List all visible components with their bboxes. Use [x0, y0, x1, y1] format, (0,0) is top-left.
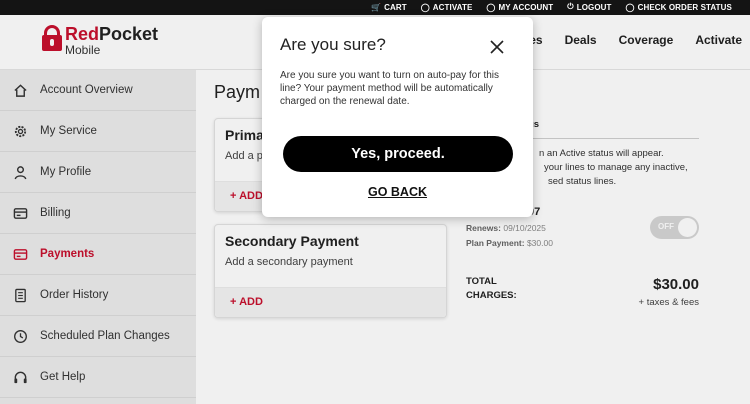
- dialog-title: Are you sure?: [280, 35, 386, 54]
- logout-link[interactable]: ⏻ LOGOUT: [567, 2, 611, 12]
- close-icon[interactable]: [489, 39, 505, 55]
- user-circle-icon: ◯: [486, 2, 496, 12]
- go-back-button[interactable]: GO BACK: [262, 185, 533, 199]
- cart-icon: 🛒: [371, 2, 382, 12]
- activate-link[interactable]: ◯ ACTIVATE: [421, 2, 473, 12]
- cart-link[interactable]: 🛒 CART: [371, 2, 407, 12]
- check-order-status-link[interactable]: ◯ CHECK ORDER STATUS: [626, 2, 732, 12]
- my-account-link[interactable]: ◯ MY ACCOUNT: [486, 2, 553, 12]
- power-icon: ⏻: [567, 2, 574, 11]
- yes-proceed-button[interactable]: Yes, proceed.: [283, 136, 513, 172]
- utility-bar: 🛒 CART ◯ ACTIVATE ◯ MY ACCOUNT ⏻ LOGOUT ◯ CHE…: [0, 0, 750, 15]
- dialog-message: Are you sure you want to turn on auto-pa…: [280, 70, 500, 107]
- check-circle-icon: ◯: [420, 2, 430, 12]
- autopay-confirm-dialog: Are you sure? Are you sure you want to t…: [262, 17, 533, 217]
- check-circle-icon: ◯: [625, 2, 635, 12]
